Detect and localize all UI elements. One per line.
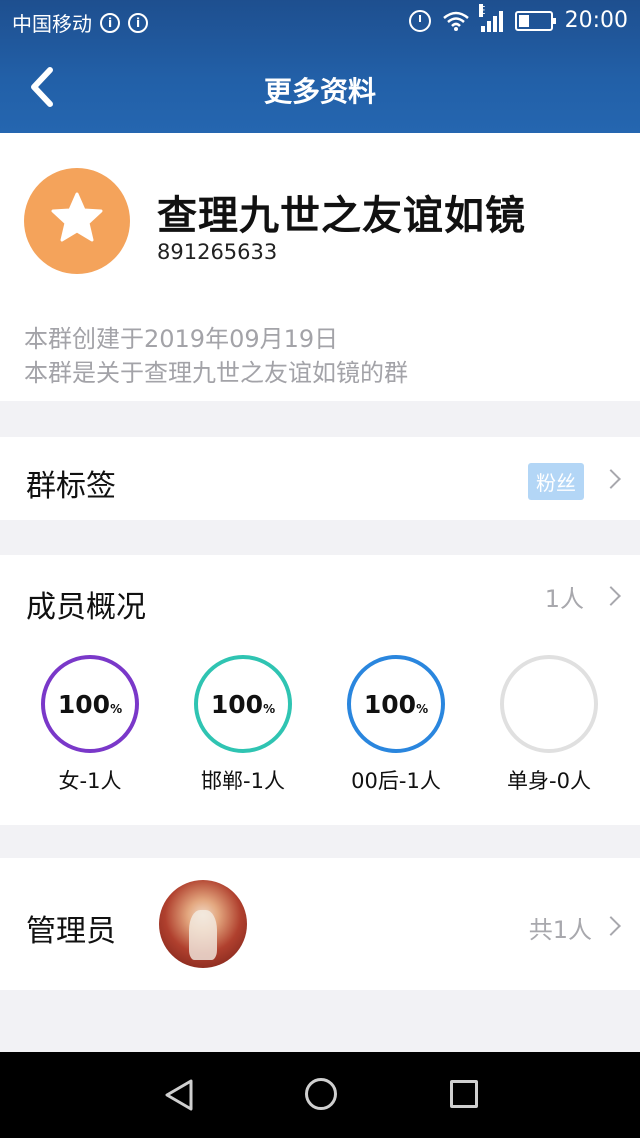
stat-label: 邯郸-1人 (201, 769, 285, 793)
stat-ring: 100% (347, 655, 445, 753)
triangle-back-icon[interactable] (163, 1078, 195, 1112)
group-avatar[interactable] (24, 168, 130, 274)
member-stat-age[interactable]: 100% 00后-1人 (326, 655, 466, 795)
page-title: 更多资料 (263, 75, 376, 108)
tags-label: 群标签 (26, 469, 116, 504)
stat-percent: 100% (363, 689, 429, 719)
stat-label: 女-1人 (58, 769, 122, 793)
square-recent-icon[interactable] (450, 1080, 478, 1108)
chevron-right-icon[interactable] (601, 586, 621, 606)
group-created-date: 本群创建于2019年09月19日 (24, 325, 339, 353)
member-stat-single[interactable]: 单身-0人 (479, 655, 619, 795)
stat-percent: 100% (57, 689, 123, 719)
chevron-right-icon (601, 469, 621, 489)
star-icon (51, 192, 103, 242)
stat-percent: 100% (210, 689, 276, 719)
members-overview: 成员概况 1人 100% 女-1人 100% 邯郸-1人 100% 00后-1人… (0, 555, 640, 825)
stat-ring: 100% (41, 655, 139, 753)
group-name: 查理九世之友谊如镜 (157, 193, 526, 239)
stat-ring: 100% (194, 655, 292, 753)
status-right: E 20:00 (408, 3, 628, 33)
info-icon: i (128, 12, 148, 33)
admin-count: 共1人 (528, 916, 592, 944)
group-profile-card: 查理九世之友谊如镜 891265633 本群创建于2019年09月19日 本群是… (0, 133, 640, 401)
member-stat-location[interactable]: 100% 邯郸-1人 (173, 655, 313, 795)
app-header: 中国移动 i i E 20:00 更多资料 (0, 0, 640, 133)
member-stat-gender[interactable]: 100% 女-1人 (20, 655, 160, 795)
network-type-label: E (478, 3, 486, 17)
members-label: 成员概况 (26, 590, 146, 625)
battery-icon (514, 10, 556, 31)
tag-badge: 粉丝 (528, 463, 584, 500)
nav-bar: 更多资料 (0, 44, 640, 133)
stat-label: 00后-1人 (351, 769, 441, 793)
group-description: 本群是关于查理九世之友谊如镜的群 (24, 359, 408, 387)
member-count[interactable]: 1人 (545, 579, 584, 614)
group-tags-row[interactable]: 群标签 粉丝 (0, 437, 640, 520)
alarm-icon (408, 9, 431, 32)
admin-avatar[interactable] (159, 880, 247, 968)
clock: 20:00 (564, 8, 628, 33)
info-icon: i (100, 12, 120, 33)
wifi-icon (442, 11, 469, 31)
admin-row[interactable]: 管理员 共1人 (0, 858, 640, 990)
admin-label: 管理员 (26, 914, 116, 949)
stat-label: 单身-0人 (507, 769, 591, 793)
stat-ring (500, 655, 598, 753)
circle-home-icon[interactable] (305, 1078, 337, 1110)
status-left: 中国移动 i i (12, 8, 148, 37)
chevron-right-icon (601, 916, 621, 936)
carrier-label: 中国移动 (12, 12, 92, 36)
group-id: 891265633 (157, 240, 278, 264)
status-bar: 中国移动 i i E 20:00 (0, 0, 640, 44)
system-nav-bar (0, 1052, 640, 1138)
signal-icon: E (478, 3, 503, 32)
